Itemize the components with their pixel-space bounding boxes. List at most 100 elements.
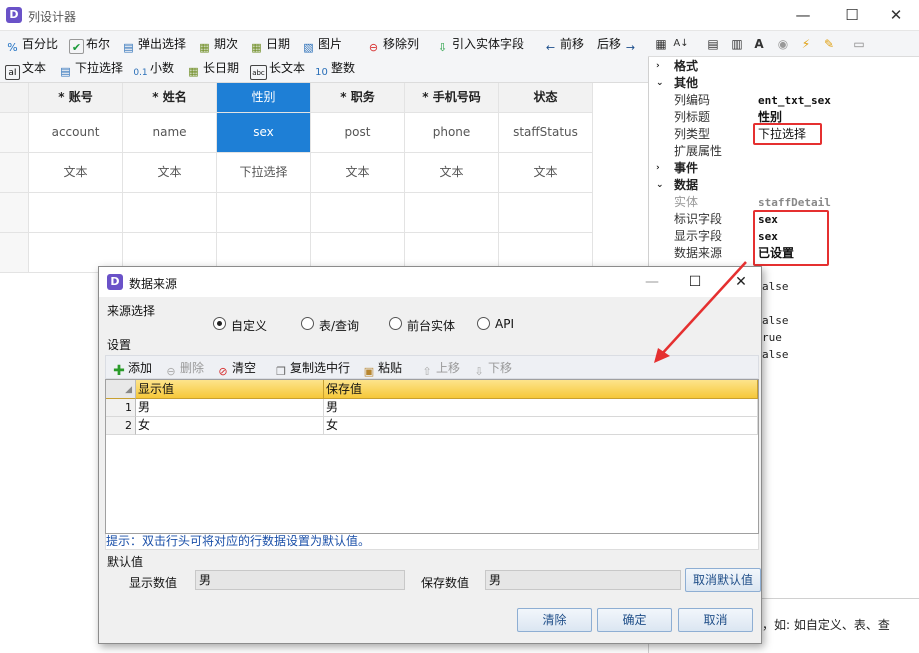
integer-type-button[interactable]: 10 整数 bbox=[314, 57, 355, 79]
maximize-button[interactable]: ☐ bbox=[672, 267, 718, 297]
section-other[interactable]: ⌄ 其他 bbox=[648, 75, 919, 92]
radio-api-label[interactable]: API bbox=[495, 317, 514, 331]
cell-display[interactable]: 男 bbox=[136, 399, 324, 417]
bool-button[interactable]: ✔ 布尔 bbox=[69, 33, 110, 55]
bool-label: 布尔 bbox=[86, 37, 111, 51]
arrow-right-icon: → bbox=[625, 41, 636, 54]
radio-custom-label[interactable]: 自定义 bbox=[231, 317, 267, 334]
section-event-label: 事件 bbox=[674, 161, 699, 175]
type-cell-name[interactable]: 文本 bbox=[123, 153, 217, 193]
type-cell-post[interactable]: 文本 bbox=[311, 153, 405, 193]
long-text-type-button[interactable]: abc 长文本 bbox=[250, 57, 305, 80]
field-cell-phone[interactable]: phone bbox=[405, 113, 499, 153]
column-header-status[interactable]: 状态 bbox=[499, 83, 593, 113]
long-date-type-button[interactable]: ▦ 长日期 bbox=[186, 57, 239, 79]
minimize-button[interactable]: — bbox=[629, 267, 675, 297]
minus-circle-icon: ⊖ bbox=[166, 365, 176, 378]
move-up-button[interactable]: ⇧ 上移 bbox=[420, 359, 460, 378]
column-header-name[interactable]: * 姓名 bbox=[123, 83, 217, 113]
radio-frontend-entity[interactable] bbox=[389, 317, 402, 330]
row-header[interactable] bbox=[0, 113, 29, 153]
sort-alpha-icon[interactable]: A↓ bbox=[672, 35, 690, 53]
column-header-post[interactable]: * 职务 bbox=[311, 83, 405, 113]
column-header-sex[interactable]: 性别 bbox=[217, 83, 311, 113]
categorized-icon[interactable]: ▦ bbox=[652, 35, 670, 53]
decimal-type-button[interactable]: 0.1 小数 bbox=[133, 57, 174, 79]
type-cell-account[interactable]: 文本 bbox=[29, 153, 123, 193]
cancel-button[interactable]: 取消 bbox=[678, 608, 753, 632]
field-cell-post[interactable]: post bbox=[311, 113, 405, 153]
row-header[interactable] bbox=[0, 193, 29, 233]
table-corner[interactable]: ◢ bbox=[106, 380, 136, 399]
layout-icon[interactable]: ▥ bbox=[728, 35, 746, 53]
empty-cell[interactable] bbox=[217, 193, 311, 233]
remove-column-button[interactable]: ⊖ 移除列 bbox=[366, 33, 419, 55]
panel-icon[interactable]: ▭ bbox=[850, 35, 868, 53]
header-display-value[interactable]: 显示值 bbox=[136, 380, 324, 399]
column-header-phone[interactable]: * 手机号码 bbox=[405, 83, 499, 113]
percent-button[interactable]: % 百分比 bbox=[5, 33, 58, 55]
paste-button[interactable]: ▣ 粘贴 bbox=[362, 359, 402, 378]
empty-cell[interactable] bbox=[29, 193, 123, 233]
empty-cell[interactable] bbox=[311, 193, 405, 233]
prop-col-code[interactable]: 列编码 ent_txt_sex bbox=[648, 92, 919, 109]
cancel-default-button[interactable]: 取消默认值 bbox=[685, 568, 761, 592]
event-lightning-icon[interactable]: ⚡ bbox=[797, 35, 815, 53]
close-button[interactable]: ✕ bbox=[873, 0, 919, 31]
row-header[interactable] bbox=[0, 233, 29, 273]
field-cell-status[interactable]: staffStatus bbox=[499, 113, 593, 153]
field-cell-account[interactable]: account bbox=[29, 113, 123, 153]
maximize-button[interactable]: ☐ bbox=[829, 0, 875, 31]
copy-rows-button[interactable]: ❐ 复制选中行 bbox=[274, 359, 350, 378]
row-number[interactable]: 2 bbox=[106, 417, 136, 435]
clear-button[interactable]: ⊘ 清空 bbox=[216, 359, 256, 378]
radio-api[interactable] bbox=[477, 317, 490, 330]
import-entity-field-button[interactable]: ⇩ 引入实体字段 bbox=[435, 33, 524, 55]
popup-select-button[interactable]: ▤ 弹出选择 bbox=[121, 33, 186, 55]
field-cell-name[interactable]: name bbox=[123, 113, 217, 153]
row-number[interactable]: 1 bbox=[106, 399, 136, 417]
font-icon[interactable]: A bbox=[750, 35, 768, 53]
prop-entity[interactable]: 实体 staffDetail bbox=[648, 194, 919, 211]
column-header-account[interactable]: * 账号 bbox=[29, 83, 123, 113]
radio-frontend-entity-label[interactable]: 前台实体 bbox=[407, 317, 455, 334]
row-header[interactable] bbox=[0, 153, 29, 193]
section-format[interactable]: › 格式 bbox=[648, 58, 919, 75]
empty-cell[interactable] bbox=[405, 193, 499, 233]
empty-cell[interactable] bbox=[123, 193, 217, 233]
period-button[interactable]: ▦ 期次 bbox=[197, 33, 238, 55]
cell-save[interactable]: 女 bbox=[324, 417, 758, 435]
field-cell-sex[interactable]: sex bbox=[217, 113, 311, 153]
dropdown-type-button[interactable]: ▤ 下拉选择 bbox=[58, 57, 123, 79]
prop-ext-attr[interactable]: 扩展属性 bbox=[648, 143, 919, 160]
add-button[interactable]: ✚ 添加 bbox=[112, 359, 152, 378]
type-cell-sex[interactable]: 下拉选择 bbox=[217, 153, 311, 193]
default-display-field[interactable]: 男 bbox=[195, 570, 405, 590]
close-button[interactable]: ✕ bbox=[718, 267, 764, 297]
radio-table-query-label[interactable]: 表/查询 bbox=[319, 317, 359, 334]
properties-icon[interactable]: ▤ bbox=[704, 35, 722, 53]
section-event[interactable]: › 事件 bbox=[648, 160, 919, 177]
minimize-button[interactable]: — bbox=[780, 0, 826, 31]
default-save-field[interactable]: 男 bbox=[485, 570, 681, 590]
radio-custom[interactable] bbox=[213, 317, 226, 330]
ok-button[interactable]: 确定 bbox=[597, 608, 672, 632]
date-button[interactable]: ▦ 日期 bbox=[249, 33, 290, 55]
delete-button[interactable]: ⊖ 删除 bbox=[164, 359, 204, 378]
edit-icon[interactable]: ✎ bbox=[820, 35, 838, 53]
text-type-button[interactable]: aI 文本 bbox=[5, 57, 46, 80]
move-next-button[interactable]: 后移 → bbox=[597, 33, 640, 55]
section-data[interactable]: ⌄ 数据 bbox=[648, 177, 919, 194]
type-cell-status[interactable]: 文本 bbox=[499, 153, 593, 193]
clear-button[interactable]: 清除 bbox=[517, 608, 592, 632]
header-save-value[interactable]: 保存值 bbox=[324, 380, 758, 399]
cell-save[interactable]: 男 bbox=[324, 399, 758, 417]
radio-table-query[interactable] bbox=[301, 317, 314, 330]
image-button[interactable]: ▧ 图片 bbox=[301, 33, 342, 55]
database-icon[interactable]: ◉ bbox=[774, 35, 792, 53]
move-prev-button[interactable]: ← 前移 bbox=[543, 33, 584, 55]
cell-display[interactable]: 女 bbox=[136, 417, 324, 435]
move-down-button[interactable]: ⇩ 下移 bbox=[472, 359, 512, 378]
empty-cell[interactable] bbox=[499, 193, 593, 233]
type-cell-phone[interactable]: 文本 bbox=[405, 153, 499, 193]
